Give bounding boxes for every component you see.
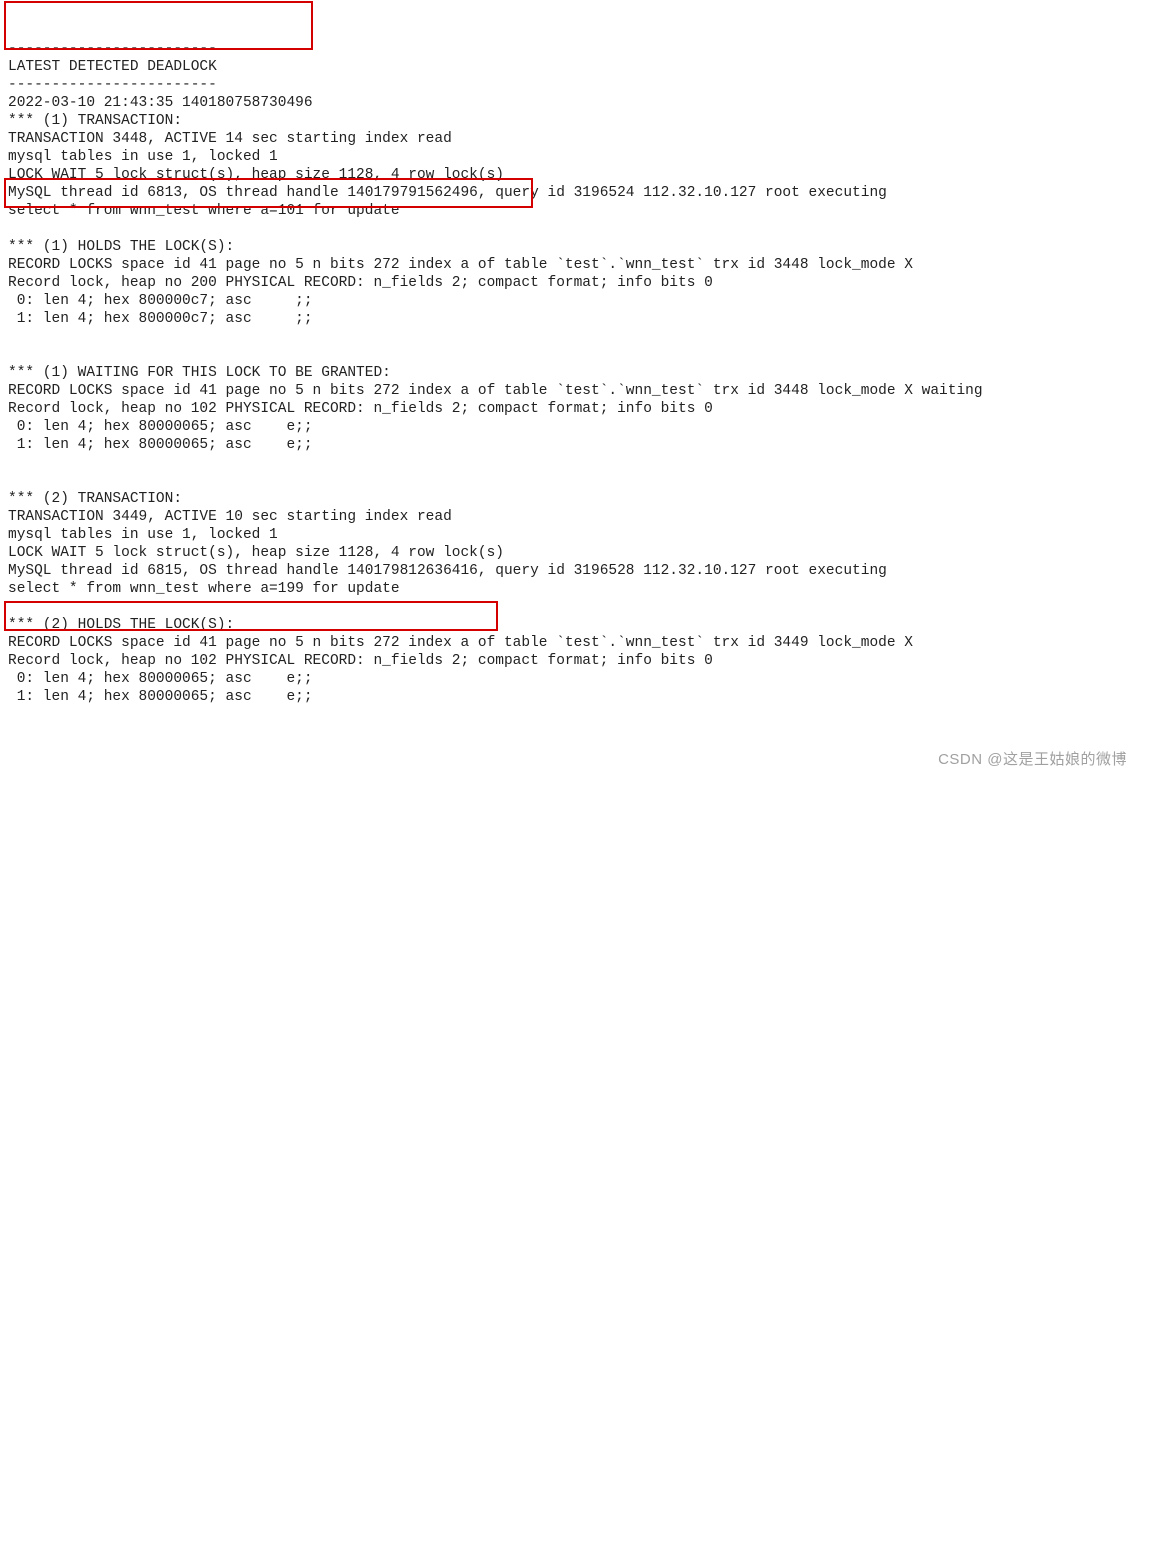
- log-output: ------------------------ LATEST DETECTED…: [8, 40, 1147, 706]
- watermark-text: CSDN @这是王姑娘的微博: [938, 751, 1127, 769]
